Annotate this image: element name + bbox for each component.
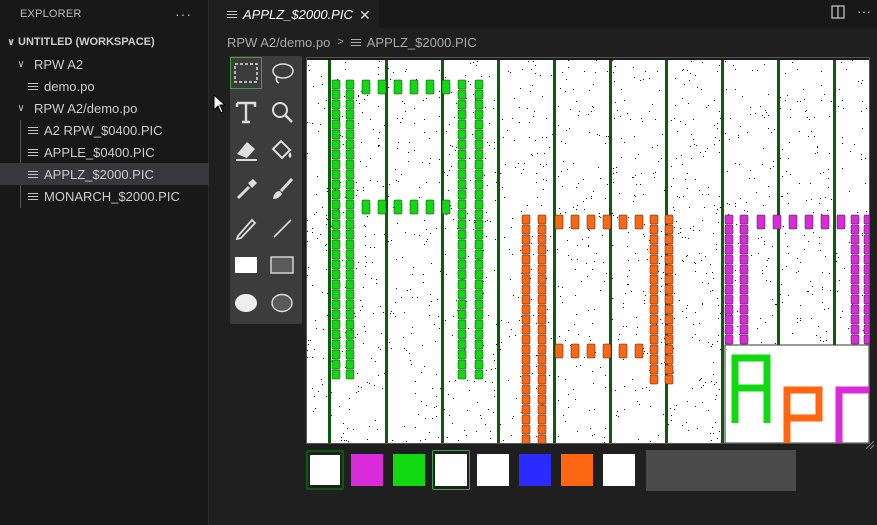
tree-item-label: demo.po [44, 78, 95, 94]
file-icon [28, 147, 38, 158]
tree-item-label: RPW A2/demo.po [34, 100, 138, 116]
file-icon [28, 169, 38, 180]
chevron-right-icon: > [337, 36, 344, 48]
resize-grip-icon[interactable] [866, 441, 874, 449]
tree-file-applz[interactable]: APPLZ_$2000.PIC [0, 163, 209, 185]
breadcrumb: RPW A2/demo.po > APPLZ_$2000.PIC [209, 28, 877, 56]
brush-icon[interactable] [266, 173, 298, 205]
breadcrumb-folder[interactable]: RPW A2/demo.po [227, 35, 330, 50]
filled-ellipse-icon[interactable] [230, 287, 262, 319]
palette-empty-area [646, 450, 796, 491]
more-actions-icon[interactable]: ··· [857, 3, 871, 19]
file-icon [28, 81, 38, 92]
zoom-icon[interactable] [266, 96, 298, 128]
tree-item-label: MONARCH_$2000.PIC [44, 188, 180, 204]
pencil-icon[interactable] [230, 212, 262, 244]
chevron-down-icon: ∨ [17, 102, 25, 114]
tree-file-monarch[interactable]: MONARCH_$2000.PIC [0, 185, 209, 207]
tree-file-apple[interactable]: APPLE_$0400.PIC [0, 141, 209, 163]
rect-select-icon[interactable] [230, 57, 262, 89]
color-swatch-white-2[interactable] [432, 450, 470, 490]
mouse-cursor-icon [213, 94, 225, 114]
lasso-icon[interactable] [266, 57, 298, 89]
color-palette [306, 450, 806, 492]
color-swatch-blue[interactable] [516, 450, 554, 490]
file-icon [28, 125, 38, 136]
workspace-label: UNTITLED (WORKSPACE) [18, 36, 155, 48]
text-icon[interactable] [230, 96, 262, 128]
color-swatch-white-3[interactable] [474, 450, 512, 490]
tab-bar: APPLZ_$2000.PIC ✕ ··· [209, 0, 877, 28]
file-icon [350, 37, 361, 48]
explorer-sidebar: EXPLORER ··· ∨ UNTITLED (WORKSPACE) ∨ RP… [0, 0, 209, 525]
tab-label: APPLZ_$2000.PIC [243, 7, 353, 22]
eraser-icon[interactable] [230, 134, 262, 166]
pixel-art-image [307, 58, 869, 443]
close-icon[interactable]: ✕ [359, 7, 371, 24]
breadcrumb-file[interactable]: APPLZ_$2000.PIC [367, 35, 477, 50]
file-icon [28, 191, 38, 202]
line-icon[interactable] [266, 212, 298, 244]
file-icon [227, 9, 237, 20]
eyedropper-icon[interactable] [230, 173, 262, 205]
color-swatch-magenta[interactable] [348, 450, 386, 490]
color-swatch-white-4[interactable] [600, 450, 638, 490]
color-swatch-orange[interactable] [558, 450, 596, 490]
fill-bucket-icon[interactable] [266, 134, 298, 166]
split-editor-icon[interactable] [831, 5, 845, 22]
tab-applz[interactable]: APPLZ_$2000.PIC ✕ [209, 0, 379, 28]
color-swatch-green[interactable] [390, 450, 428, 490]
image-canvas[interactable] [307, 58, 869, 443]
outline-ellipse-icon[interactable] [266, 287, 298, 319]
tree-file-a2-rpw[interactable]: A2 RPW_$0400.PIC [0, 119, 209, 141]
chevron-down-icon: ∨ [6, 36, 16, 48]
more-actions-icon[interactable]: ··· [175, 6, 192, 22]
tree-folder-rpw-a2[interactable]: ∨ RPW A2 [0, 53, 209, 75]
filled-rect-icon[interactable] [230, 249, 262, 281]
tree-file-demo-po[interactable]: demo.po [0, 75, 209, 97]
outline-rect-icon[interactable] [266, 249, 298, 281]
tree-folder-demo-po[interactable]: ∨ RPW A2/demo.po [0, 97, 209, 119]
tree-item-label: APPLZ_$2000.PIC [44, 166, 154, 182]
chevron-down-icon: ∨ [17, 58, 25, 70]
color-swatch-white-1[interactable] [306, 450, 344, 490]
tree-item-label: RPW A2 [34, 56, 84, 72]
tree-item-label: A2 RPW_$0400.PIC [44, 122, 163, 138]
workspace-root[interactable]: ∨ UNTITLED (WORKSPACE) [0, 31, 209, 53]
tool-palette [230, 56, 302, 324]
tree-item-label: APPLE_$0400.PIC [44, 144, 155, 160]
